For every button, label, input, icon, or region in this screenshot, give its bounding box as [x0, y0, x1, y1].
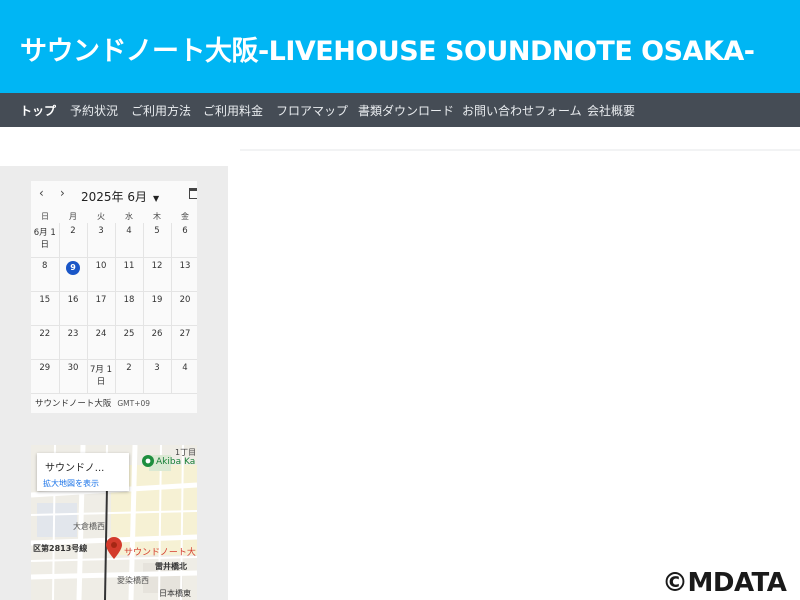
- street-label: 愛染橋西: [117, 576, 149, 585]
- calendar-day[interactable]: 11: [115, 257, 144, 292]
- nav-item-floor-map[interactable]: フロアマップ: [276, 102, 348, 119]
- street-label: 1丁目: [175, 448, 197, 457]
- weekday-header: 木: [153, 211, 161, 221]
- calendar-day[interactable]: 23: [59, 325, 88, 360]
- nav-item-pricing[interactable]: ご利用料金: [203, 102, 263, 119]
- pin-label: サウンドノート大: [124, 548, 196, 558]
- nav-item-company[interactable]: 会社概要: [587, 102, 635, 119]
- calendar-day[interactable]: 8: [31, 257, 60, 292]
- site-title[interactable]: サウンドノート大阪-LIVEHOUSE SOUNDNOTE OSAKA-: [20, 29, 755, 68]
- calendar-icon[interactable]: [189, 188, 197, 199]
- location-pin-icon[interactable]: [106, 537, 122, 559]
- calendar-day[interactable]: 29: [31, 359, 60, 394]
- calendar-day[interactable]: 4: [171, 359, 197, 394]
- content-divider: [240, 149, 800, 151]
- calendar-day[interactable]: 20: [171, 291, 197, 326]
- weekday-header: 火: [97, 211, 105, 221]
- calendar-day[interactable]: 10: [87, 257, 116, 292]
- view-larger-map-link[interactable]: 拡大地図を表示: [43, 478, 99, 489]
- calendar-day[interactable]: 12: [143, 257, 172, 292]
- calendar-day[interactable]: 3: [87, 223, 116, 258]
- embedded-calendar[interactable]: ‹ › 2025年 6月 ▼ 日 月 火 水 木 金 6月 1日 2 3 4 5: [31, 181, 197, 413]
- calendar-day[interactable]: 4: [115, 223, 144, 258]
- calendar-month-label: 2025年 6月: [81, 190, 147, 204]
- weekday-header: 月: [69, 211, 77, 221]
- calendar-toolbar: ‹ › 2025年 6月 ▼: [31, 181, 197, 209]
- weekday-header: 金: [181, 211, 189, 221]
- calendar-day[interactable]: 3: [143, 359, 172, 394]
- map-place-name: サウンドノ...: [45, 463, 105, 474]
- calendar-footer: サウンドノート大阪 GMT+09: [35, 397, 150, 409]
- calendar-day[interactable]: 19: [143, 291, 172, 326]
- calendar-day[interactable]: 6: [171, 223, 197, 258]
- watermark: ©MDATA: [662, 568, 787, 598]
- street-label: 区第2813号線: [33, 544, 88, 553]
- nav-item-contact-form[interactable]: お問い合わせフォーム: [462, 102, 582, 119]
- nav-item-reservation-status[interactable]: 予約状況: [70, 102, 118, 119]
- main-nav: トップ 予約状況 ご利用方法 ご利用料金 フロアマップ 書類ダウンロード お問い…: [0, 93, 800, 127]
- nav-item-downloads[interactable]: 書類ダウンロード: [358, 102, 454, 119]
- calendar-timezone: GMT+09: [117, 399, 151, 408]
- nav-item-top[interactable]: トップ: [20, 102, 56, 119]
- weekday-header: 水: [125, 211, 133, 221]
- chevron-right-icon[interactable]: ›: [60, 186, 65, 200]
- calendar-month-selector[interactable]: 2025年 6月 ▼: [81, 188, 159, 205]
- calendar-day[interactable]: 2: [59, 223, 88, 258]
- calendar-day[interactable]: 24: [87, 325, 116, 360]
- calendar-day[interactable]: 27: [171, 325, 197, 360]
- calendar-day[interactable]: 26: [143, 325, 172, 360]
- poi-marker-icon[interactable]: [142, 455, 154, 467]
- calendar-day[interactable]: 15: [31, 291, 60, 326]
- street-label: 雷井橋北: [155, 562, 187, 571]
- today-marker: 9: [66, 260, 80, 275]
- calendar-day[interactable]: 7月 1日: [87, 359, 116, 394]
- street-label: 日本橋東: [159, 589, 191, 598]
- embedded-map[interactable]: Akiba Ka サウンドノート大 1丁目 大倉橋西 区第2813号線 雷井橋北…: [31, 445, 197, 600]
- calendar-day[interactable]: 18: [115, 291, 144, 326]
- map-info-card: サウンドノ... 拡大地図を表示: [37, 453, 129, 491]
- caret-down-icon: ▼: [153, 194, 160, 203]
- calendar-day[interactable]: 2: [115, 359, 144, 394]
- calendar-name: サウンドノート大阪: [35, 399, 112, 409]
- street-label: 大倉橋西: [73, 522, 105, 531]
- calendar-day[interactable]: 17: [87, 291, 116, 326]
- calendar-day[interactable]: 30: [59, 359, 88, 394]
- calendar-day[interactable]: 22: [31, 325, 60, 360]
- weekday-header: 日: [41, 211, 49, 221]
- site-header: サウンドノート大阪-LIVEHOUSE SOUNDNOTE OSAKA-: [0, 0, 800, 93]
- calendar-day[interactable]: 6月 1日: [31, 223, 60, 258]
- poi-label: Akiba Ka: [156, 457, 196, 467]
- calendar-day[interactable]: 13: [171, 257, 197, 292]
- calendar-day-today[interactable]: 9: [59, 257, 88, 292]
- calendar-day[interactable]: 25: [115, 325, 144, 360]
- chevron-left-icon[interactable]: ‹: [39, 186, 44, 200]
- nav-item-how-to-use[interactable]: ご利用方法: [131, 102, 191, 119]
- calendar-grid: 日 月 火 水 木 金 6月 1日 2 3 4 5 6 8 9 10 11 12…: [31, 209, 197, 394]
- calendar-day[interactable]: 16: [59, 291, 88, 326]
- calendar-day[interactable]: 5: [143, 223, 172, 258]
